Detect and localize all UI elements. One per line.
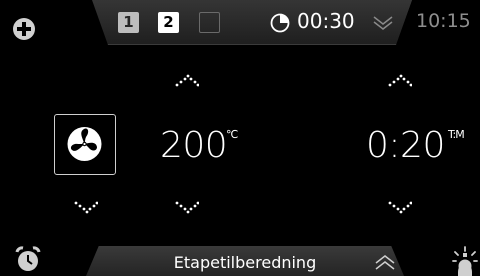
bottom-tab-label[interactable]: Etapetilberedning <box>86 253 404 272</box>
oven-light-button[interactable] <box>452 246 478 276</box>
dotted-chevron-up-icon <box>388 74 412 87</box>
stage-1-indicator[interactable]: 1 <box>118 12 139 33</box>
fan-icon <box>67 127 102 161</box>
top-tab <box>92 0 412 45</box>
timer-pie-icon <box>270 13 290 33</box>
plus-circle-icon <box>13 18 35 40</box>
oven-light-icon <box>452 246 478 276</box>
chevron-double-down-icon <box>373 16 393 30</box>
add-button[interactable] <box>12 17 36 41</box>
duration-unit: T:M <box>448 128 465 141</box>
alarm-clock-icon <box>15 246 41 271</box>
chevron-double-up-icon <box>375 255 395 270</box>
duration-up-arrow[interactable] <box>388 72 412 88</box>
timer-button[interactable] <box>270 13 290 33</box>
stage-2-indicator[interactable]: 2 <box>158 12 179 33</box>
duration-down-arrow[interactable] <box>388 200 412 216</box>
temperature-unit: ℃ <box>226 128 239 141</box>
mode-selector[interactable] <box>54 114 116 175</box>
temperature-up-arrow[interactable] <box>175 72 199 88</box>
dotted-chevron-down-icon <box>175 201 199 214</box>
clock: 10:15 <box>416 10 471 32</box>
mode-down-arrow[interactable] <box>74 200 98 216</box>
collapse-button[interactable] <box>374 254 396 272</box>
duration-value[interactable]: 0:20 <box>366 125 445 166</box>
temperature-value[interactable]: 200 <box>160 125 228 166</box>
temperature-down-arrow[interactable] <box>175 200 199 216</box>
timer-value: 00:30 <box>297 9 355 33</box>
alarm-button[interactable] <box>14 245 42 273</box>
stage-3-indicator[interactable] <box>199 12 220 33</box>
dotted-chevron-down-icon <box>74 201 98 214</box>
expand-button[interactable] <box>372 14 394 32</box>
dotted-chevron-down-icon <box>388 201 412 214</box>
dotted-chevron-up-icon <box>175 74 199 87</box>
